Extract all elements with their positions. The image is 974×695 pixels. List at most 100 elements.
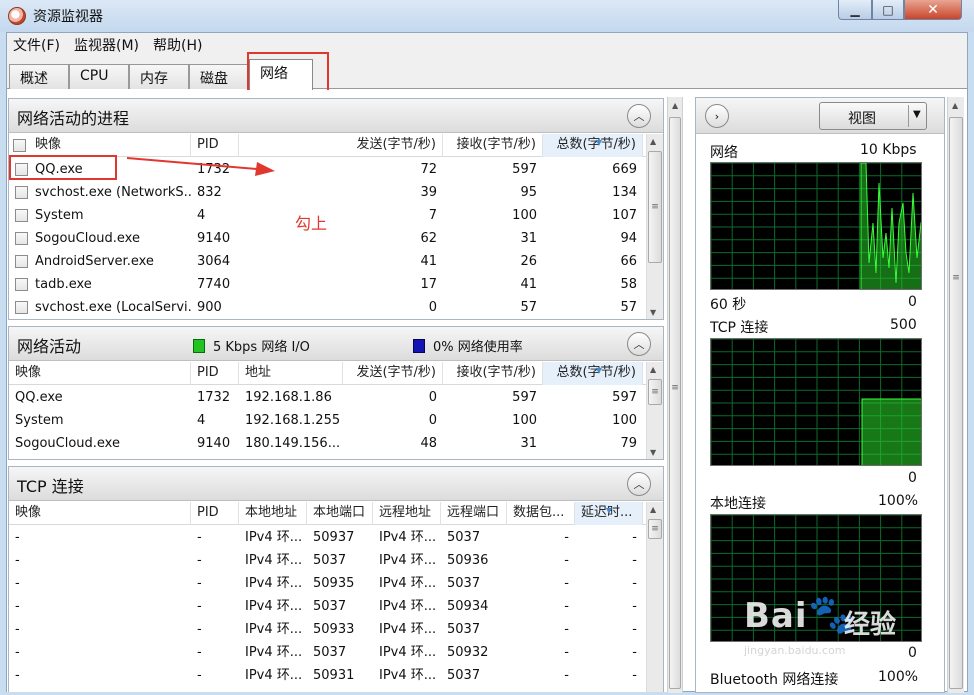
process-checkbox[interactable] — [15, 209, 28, 222]
col-local-address[interactable]: 本地地址 — [239, 502, 307, 525]
collapse-icon[interactable]: ︿ — [627, 332, 651, 356]
process-pid: 9140 — [197, 231, 231, 246]
tcp-row[interactable]: - - IPv4 环... 50935 IPv4 环... 5037 - - — [9, 572, 663, 595]
network-activity-section: 网络活动 5 Kbps 网络 I/O 0% 网络使用率 ︿ 映像 PID 地址 … — [8, 326, 664, 460]
graph-pane-header: › 视图 ▼ — [696, 98, 944, 134]
col-packet-loss[interactable]: 数据包... — [507, 502, 575, 525]
menu-monitor[interactable]: 监视器(M) — [74, 35, 139, 55]
process-checkbox[interactable] — [15, 232, 28, 245]
process-total: 94 — [620, 231, 637, 246]
bluetooth-graph-title: Bluetooth 网络连接 — [710, 672, 839, 688]
usage-legend: 0% 网络使用率 — [413, 336, 523, 355]
col-pid[interactable]: PID — [191, 362, 239, 385]
menu-file[interactable]: 文件(F) — [13, 35, 60, 55]
tcp-name-cell: - — [15, 553, 20, 568]
col-local-port[interactable]: 本地端口 — [307, 502, 373, 525]
activity-addr-cell: 192.168.1.255 — [245, 413, 341, 428]
menu-help[interactable]: 帮助(H) — [153, 35, 202, 55]
process-image-cell: svchost.exe (NetworkS... — [9, 181, 191, 204]
tab-memory[interactable]: 内存 — [129, 64, 189, 89]
process-send: 17 — [420, 277, 437, 292]
tcp-section: TCP 连接 ︿ 映像 PID 本地地址 本地端口 远程地址 远程端口 数据包.… — [8, 466, 664, 692]
col-remote-address[interactable]: 远程地址 — [373, 502, 441, 525]
tcp-row[interactable]: - - IPv4 环... 50933 IPv4 环... 5037 - - — [9, 618, 663, 641]
col-address[interactable]: 地址 — [239, 362, 343, 385]
tab-overview[interactable]: 概述 — [9, 64, 69, 89]
col-pid[interactable]: PID — [191, 502, 239, 525]
tcp-graph-max: 500 — [890, 317, 917, 333]
process-image-cell: AndroidServer.exe — [9, 250, 191, 273]
process-pid: 7740 — [197, 277, 231, 292]
tcp-loss-cell: - — [564, 622, 569, 637]
left-pane: 网络活动的进程 ︿ 映像 PID 发送(字节/秒) 接收(字节/秒) ▼ 总数(… — [7, 90, 681, 692]
processes-section: 网络活动的进程 ︿ 映像 PID 发送(字节/秒) 接收(字节/秒) ▼ 总数(… — [8, 98, 664, 320]
process-checkbox[interactable] — [15, 278, 28, 291]
process-row[interactable]: AndroidServer.exe 3064 41 26 66 — [9, 250, 663, 273]
chevron-down-icon: ▼ — [913, 109, 921, 120]
left-pane-scrollbar[interactable]: ▲ ≡ — [667, 97, 683, 693]
process-send: 39 — [420, 185, 437, 200]
processes-header[interactable]: 网络活动的进程 ︿ — [9, 99, 663, 133]
col-total[interactable]: ▼ 总数(字节/秒) — [543, 362, 643, 385]
process-recv: 100 — [512, 208, 537, 223]
processes-scrollbar[interactable]: ▲ ≡ ▼ — [646, 134, 663, 319]
graph-pane-scrollbar[interactable]: ▲ ≡ — [947, 97, 964, 693]
col-latency[interactable]: ▼ 延迟时... — [575, 502, 643, 525]
activity-total-cell: 597 — [612, 390, 637, 405]
col-image[interactable]: 映像 — [9, 502, 191, 525]
process-checkbox[interactable] — [15, 255, 28, 268]
activity-row[interactable]: SogouCloud.exe 9140 180.149.156... 48 31 79 — [9, 432, 663, 455]
tcp-raddr-cell: IPv4 环... — [379, 530, 437, 545]
minimize-button[interactable]: ▁ — [838, 0, 872, 20]
process-row[interactable]: svchost.exe (NetworkS... 832 39 95 134 — [9, 181, 663, 204]
process-total: 58 — [620, 277, 637, 292]
bluetooth-graph-max: 100% — [878, 669, 919, 685]
process-row[interactable]: System 4 7 100 107 — [9, 204, 663, 227]
tab-cpu[interactable]: CPU — [69, 64, 129, 89]
activity-row[interactable]: QQ.exe 1732 192.168.1.86 0 597 597 — [9, 386, 663, 409]
network-graph-min: 0 — [908, 294, 917, 310]
activity-header[interactable]: 网络活动 5 Kbps 网络 I/O 0% 网络使用率 ︿ — [9, 327, 663, 361]
col-send[interactable]: 发送(字节/秒) — [343, 362, 443, 385]
col-total[interactable]: ▼ 总数(字节/秒) — [543, 134, 643, 157]
process-pid: 832 — [197, 185, 222, 200]
activity-row[interactable]: System 4 192.168.1.255 0 100 100 — [9, 409, 663, 432]
process-row[interactable]: tadb.exe 7740 17 41 58 — [9, 273, 663, 296]
select-all-checkbox[interactable] — [13, 139, 26, 152]
tcp-row[interactable]: - - IPv4 环... 5037 IPv4 环... 50932 - - — [9, 641, 663, 664]
process-row[interactable]: SogouCloud.exe 9140 62 31 94 — [9, 227, 663, 250]
process-checkbox[interactable] — [15, 186, 28, 199]
tcp-row[interactable]: - - IPv4 环... 50931 IPv4 环... 5037 - - — [9, 664, 663, 687]
tcp-row[interactable]: - - IPv4 环... 5037 IPv4 环... 50936 - - — [9, 549, 663, 572]
process-row[interactable]: svchost.exe (LocalServi... 900 0 57 57 — [9, 296, 663, 319]
process-checkbox[interactable] — [15, 301, 28, 314]
maximize-button[interactable]: □ — [872, 0, 904, 20]
col-remote-port[interactable]: 远程端口 — [441, 502, 507, 525]
tab-disk[interactable]: 磁盘 — [189, 64, 249, 89]
col-recv[interactable]: 接收(字节/秒) — [443, 362, 543, 385]
tcp-scrollbar[interactable]: ▲ ≡ — [646, 502, 663, 692]
local-graph-title: 本地连接 — [710, 496, 766, 512]
tcp-loss-cell: - — [564, 530, 569, 545]
col-recv[interactable]: 接收(字节/秒) — [443, 134, 543, 157]
tcp-header[interactable]: TCP 连接 ︿ — [9, 467, 663, 501]
tcp-lport-cell: 50933 — [313, 622, 355, 637]
close-button[interactable]: ✕ — [904, 0, 962, 20]
expand-icon[interactable]: › — [705, 104, 729, 128]
tcp-loss-cell: - — [564, 553, 569, 568]
process-name: AndroidServer.exe — [35, 254, 154, 269]
tcp-pid-cell: - — [197, 645, 202, 660]
tcp-pid-cell: - — [197, 553, 202, 568]
col-image[interactable]: 映像 — [9, 362, 191, 385]
tcp-rport-cell: 5037 — [447, 622, 481, 637]
activity-scrollbar[interactable]: ▲ ≡ ▼ — [646, 362, 663, 459]
tcp-row[interactable]: - - IPv4 环... 5037 IPv4 环... 50934 - - — [9, 595, 663, 618]
processes-column-header: 映像 PID 发送(字节/秒) 接收(字节/秒) ▼ 总数(字节/秒) — [9, 134, 663, 157]
collapse-icon[interactable]: ︿ — [627, 104, 651, 128]
io-color-swatch — [193, 339, 205, 353]
tcp-row[interactable]: - - IPv4 环... 50937 IPv4 环... 5037 - - — [9, 526, 663, 549]
process-image-cell: System — [9, 204, 191, 227]
collapse-icon[interactable]: ︿ — [627, 472, 651, 496]
tcp-laddr-cell: IPv4 环... — [245, 576, 303, 591]
view-button[interactable]: 视图 ▼ — [819, 102, 927, 130]
